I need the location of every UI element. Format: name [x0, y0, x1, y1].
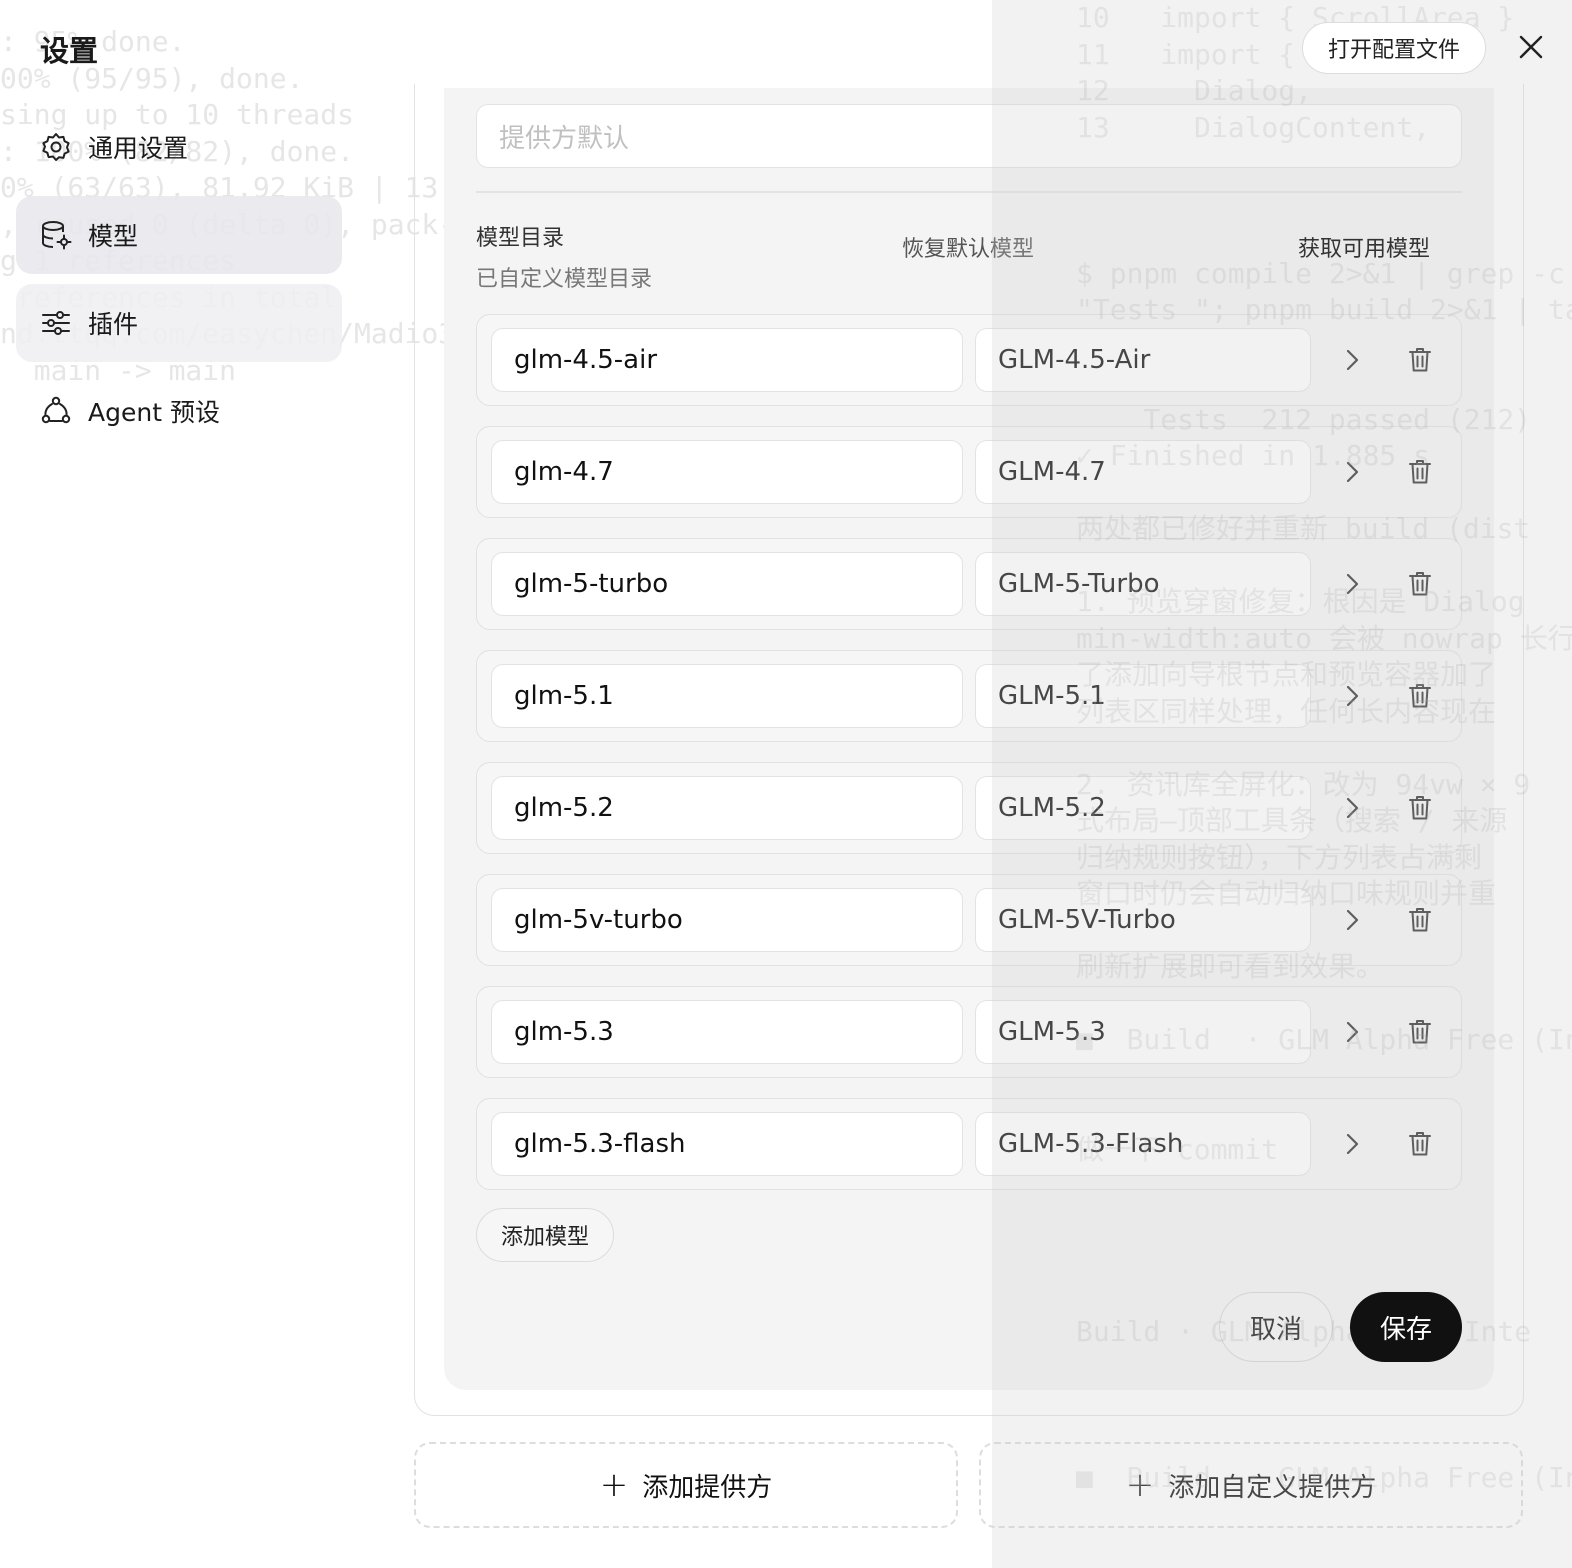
model-name-input[interactable]: GLM-5.2 [975, 776, 1311, 840]
chevron-right-icon [1346, 797, 1359, 819]
model-id-input[interactable]: glm-4.5-air [491, 328, 963, 392]
model-name-input[interactable]: GLM-5-Turbo [975, 552, 1311, 616]
chevron-right-icon [1346, 1021, 1359, 1043]
provider-default-input[interactable]: 提供方默认 [476, 104, 1462, 168]
delete-model-button[interactable] [1405, 905, 1435, 935]
expand-model-button[interactable] [1337, 681, 1367, 711]
sidebar-item-agent-presets[interactable]: Agent 预设 [16, 372, 342, 450]
add-custom-provider-label: 添加自定义提供方 [1168, 1472, 1377, 1503]
add-provider-button[interactable]: + 添加提供方 [414, 1442, 958, 1528]
model-row: glm-5.1 GLM-5.1 [476, 650, 1462, 742]
divider [476, 191, 1462, 193]
trash-icon [1409, 1132, 1431, 1156]
cancel-button[interactable]: 取消 [1219, 1292, 1333, 1362]
add-model-button[interactable]: 添加模型 [476, 1208, 614, 1262]
chevron-right-icon [1346, 1133, 1359, 1155]
delete-model-button[interactable] [1405, 681, 1435, 711]
close-button[interactable] [1512, 28, 1550, 66]
model-id-input[interactable]: glm-5v-turbo [491, 888, 963, 952]
database-settings-icon [40, 219, 72, 251]
save-button[interactable]: 保存 [1350, 1292, 1462, 1362]
terminal-line: : 95% done. [0, 25, 186, 58]
catalog-title: 模型目录 [476, 226, 565, 251]
delete-model-button[interactable] [1405, 1017, 1435, 1047]
model-row: glm-4.5-air GLM-4.5-Air [476, 314, 1462, 406]
chevron-right-icon [1346, 461, 1359, 483]
trash-icon [1409, 348, 1431, 372]
sidebar-item-general[interactable]: 通用设置 [16, 108, 342, 186]
chevron-right-icon [1346, 685, 1359, 707]
expand-model-button[interactable] [1337, 457, 1367, 487]
trash-icon [1409, 1020, 1431, 1044]
model-row: glm-4.7 GLM-4.7 [476, 426, 1462, 518]
expand-model-button[interactable] [1337, 793, 1367, 823]
sidebar-item-label: 模型 [88, 222, 139, 251]
sliders-icon [40, 307, 72, 339]
add-provider-label: 添加提供方 [642, 1472, 773, 1503]
model-row: glm-5.2 GLM-5.2 [476, 762, 1462, 854]
expand-model-button[interactable] [1337, 1017, 1367, 1047]
trash-icon [1409, 460, 1431, 484]
plus-icon: + [1125, 1465, 1155, 1505]
model-row: glm-5-turbo GLM-5-Turbo [476, 538, 1462, 630]
delete-model-button[interactable] [1405, 345, 1435, 375]
expand-model-button[interactable] [1337, 345, 1367, 375]
agent-network-icon [40, 395, 72, 427]
trash-icon [1409, 572, 1431, 596]
sidebar-item-label: 插件 [88, 310, 139, 339]
model-row: glm-5.3 GLM-5.3 [476, 986, 1462, 1078]
expand-model-button[interactable] [1337, 569, 1367, 599]
catalog-subtitle: 已自定义模型目录 [476, 267, 653, 292]
sidebar-item-models[interactable]: 模型 [16, 196, 342, 274]
model-name-input[interactable]: GLM-5.1 [975, 664, 1311, 728]
model-id-input[interactable]: glm-5.3-flash [491, 1112, 963, 1176]
model-id-input[interactable]: glm-5.2 [491, 776, 963, 840]
model-row: glm-5v-turbo GLM-5V-Turbo [476, 874, 1462, 966]
open-config-button[interactable]: 打开配置文件 [1302, 22, 1486, 74]
model-id-input[interactable]: glm-5.3 [491, 1000, 963, 1064]
trash-icon [1409, 684, 1431, 708]
model-id-input[interactable]: glm-5-turbo [491, 552, 963, 616]
expand-model-button[interactable] [1337, 1129, 1367, 1159]
close-icon [1519, 35, 1543, 59]
model-name-input[interactable]: GLM-5V-Turbo [975, 888, 1311, 952]
sidebar-item-label: Agent 预设 [88, 398, 220, 427]
plus-icon: + [599, 1465, 629, 1505]
trash-icon [1409, 908, 1431, 932]
fetch-available-models-button[interactable]: 获取可用模型 [1298, 231, 1430, 263]
sidebar-item-label: 通用设置 [88, 134, 189, 163]
add-custom-provider-button[interactable]: + 添加自定义提供方 [979, 1442, 1523, 1528]
delete-model-button[interactable] [1405, 457, 1435, 487]
page-title: 设置 [40, 34, 99, 68]
chevron-right-icon [1346, 909, 1359, 931]
delete-model-button[interactable] [1405, 1129, 1435, 1159]
gear-icon [40, 131, 72, 163]
chevron-right-icon [1346, 349, 1359, 371]
model-row: glm-5.3-flash GLM-5.3-Flash [476, 1098, 1462, 1190]
model-name-input[interactable]: GLM-4.7 [975, 440, 1311, 504]
model-id-input[interactable]: glm-4.7 [491, 440, 963, 504]
chevron-right-icon [1346, 573, 1359, 595]
model-name-input[interactable]: GLM-5.3 [975, 1000, 1311, 1064]
sidebar-item-plugins[interactable]: 插件 [16, 284, 342, 362]
delete-model-button[interactable] [1405, 793, 1435, 823]
model-name-input[interactable]: GLM-4.5-Air [975, 328, 1311, 392]
settings-window: : 95% done. 00% (95/95), done. sing up to … [0, 0, 1572, 1568]
expand-model-button[interactable] [1337, 905, 1367, 935]
model-id-input[interactable]: glm-5.1 [491, 664, 963, 728]
model-name-input[interactable]: GLM-5.3-Flash [975, 1112, 1311, 1176]
delete-model-button[interactable] [1405, 569, 1435, 599]
trash-icon [1409, 796, 1431, 820]
restore-default-models-button[interactable]: 恢复默认模型 [902, 231, 1034, 263]
